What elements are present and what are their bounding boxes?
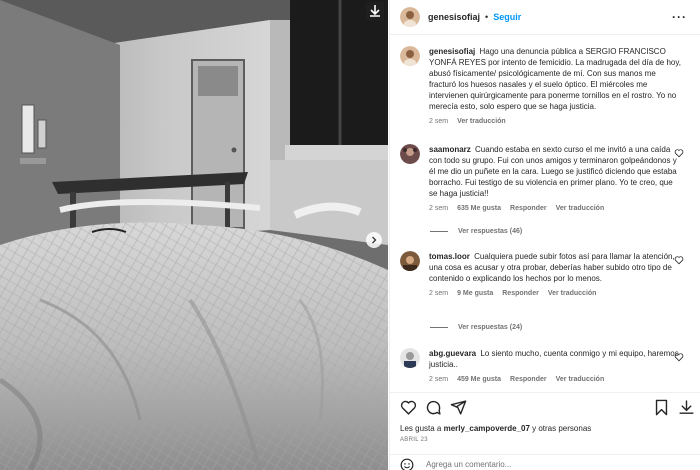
caption-time[interactable]: 2 sem xyxy=(429,118,448,125)
comment-text: abg.guevara Lo siento mucho, cuenta conm… xyxy=(429,348,681,370)
chevron-right-icon xyxy=(372,236,377,244)
translate-button[interactable]: Ver traducción xyxy=(556,205,605,212)
post-author-username[interactable]: genesisofiaj xyxy=(428,12,480,22)
follow-button[interactable]: Seguir xyxy=(493,12,521,22)
avatar[interactable] xyxy=(400,348,420,368)
comment-time[interactable]: 2 sem xyxy=(429,290,448,297)
comment-meta: 2 sem 9 Me gusta Responder Ver traducció… xyxy=(429,290,681,297)
bookmark-icon[interactable] xyxy=(653,399,670,416)
more-options-icon[interactable]: ··· xyxy=(672,10,687,24)
comment-meta: 2 sem 635 Me gusta Responder Ver traducc… xyxy=(429,205,681,212)
comment-username[interactable]: tomas.loor xyxy=(429,252,470,261)
post-date[interactable]: ABRIL 23 xyxy=(400,437,428,443)
translate-button[interactable]: Ver traducción xyxy=(556,376,605,383)
view-replies-button[interactable]: Ver respuestas (24) xyxy=(430,324,522,331)
comment-username[interactable]: abg.guevara xyxy=(429,349,476,358)
comment-time[interactable]: 2 sem xyxy=(429,205,448,212)
post-actions-bar xyxy=(390,392,700,422)
heart-icon[interactable] xyxy=(674,352,684,362)
share-icon[interactable] xyxy=(450,399,467,416)
likes-username[interactable]: merly_campoverde_07 xyxy=(444,424,530,433)
comment-likes[interactable]: 459 Me gusta xyxy=(457,376,501,383)
download-icon[interactable] xyxy=(678,399,695,416)
view-replies-label: Ver respuestas (46) xyxy=(458,228,523,235)
comment-username[interactable]: saamonarz xyxy=(429,145,471,154)
add-comment-bar xyxy=(390,454,700,470)
divider xyxy=(430,231,448,232)
comment-input[interactable] xyxy=(426,460,626,469)
comments-list[interactable]: genesisofiaj Hago una denuncia pública a… xyxy=(390,36,700,392)
heart-icon[interactable] xyxy=(674,148,684,158)
comment-meta: 2 sem 459 Me gusta Responder Ver traducc… xyxy=(429,376,681,383)
avatar[interactable] xyxy=(400,46,420,66)
caption-meta: 2 sem Ver traducción xyxy=(429,118,681,125)
likes-suffix[interactable]: y otras personas xyxy=(532,424,591,433)
likes-summary: Les gusta a merly_campoverde_07 y otras … xyxy=(400,424,591,433)
hospital-bed-photo xyxy=(0,0,388,470)
heart-icon[interactable] xyxy=(674,255,684,265)
separator-dot: • xyxy=(485,12,489,22)
reply-button[interactable]: Responder xyxy=(510,205,547,212)
comment-likes[interactable]: 635 Me gusta xyxy=(457,205,501,212)
caption-text: genesisofiaj Hago una denuncia pública a… xyxy=(429,46,681,112)
post-header: genesisofiaj • Seguir ··· xyxy=(390,0,700,35)
reply-button[interactable]: Responder xyxy=(510,376,547,383)
avatar[interactable] xyxy=(400,144,420,164)
caption-username[interactable]: genesisofiaj xyxy=(429,47,475,56)
avatar[interactable] xyxy=(400,7,420,27)
reply-button[interactable]: Responder xyxy=(502,290,539,297)
comment-likes[interactable]: 9 Me gusta xyxy=(457,290,493,297)
next-photo-button[interactable] xyxy=(366,232,382,248)
post-photo[interactable] xyxy=(0,0,388,470)
likes-prefix: Les gusta a xyxy=(400,424,442,433)
comment-text: tomas.loor Cualquiera puede subir fotos … xyxy=(429,251,681,284)
avatar[interactable] xyxy=(400,251,420,271)
comment-time[interactable]: 2 sem xyxy=(429,376,448,383)
translate-button[interactable]: Ver traducción xyxy=(548,290,597,297)
view-replies-label: Ver respuestas (24) xyxy=(458,324,523,331)
translate-button[interactable]: Ver traducción xyxy=(457,118,506,125)
view-replies-button[interactable]: Ver respuestas (46) xyxy=(430,228,522,235)
post-panel: genesisofiaj • Seguir ··· genesisofiaj H… xyxy=(389,0,700,470)
emoji-icon[interactable] xyxy=(400,458,414,470)
heart-icon[interactable] xyxy=(400,399,417,416)
divider xyxy=(430,327,448,328)
comment-icon[interactable] xyxy=(425,399,442,416)
download-icon[interactable] xyxy=(366,2,384,20)
comment-text: saamonarz Cuando estaba en sexto curso e… xyxy=(429,144,681,199)
caption-body: Hago una denuncia pública a SERGIO FRANC… xyxy=(429,47,681,111)
